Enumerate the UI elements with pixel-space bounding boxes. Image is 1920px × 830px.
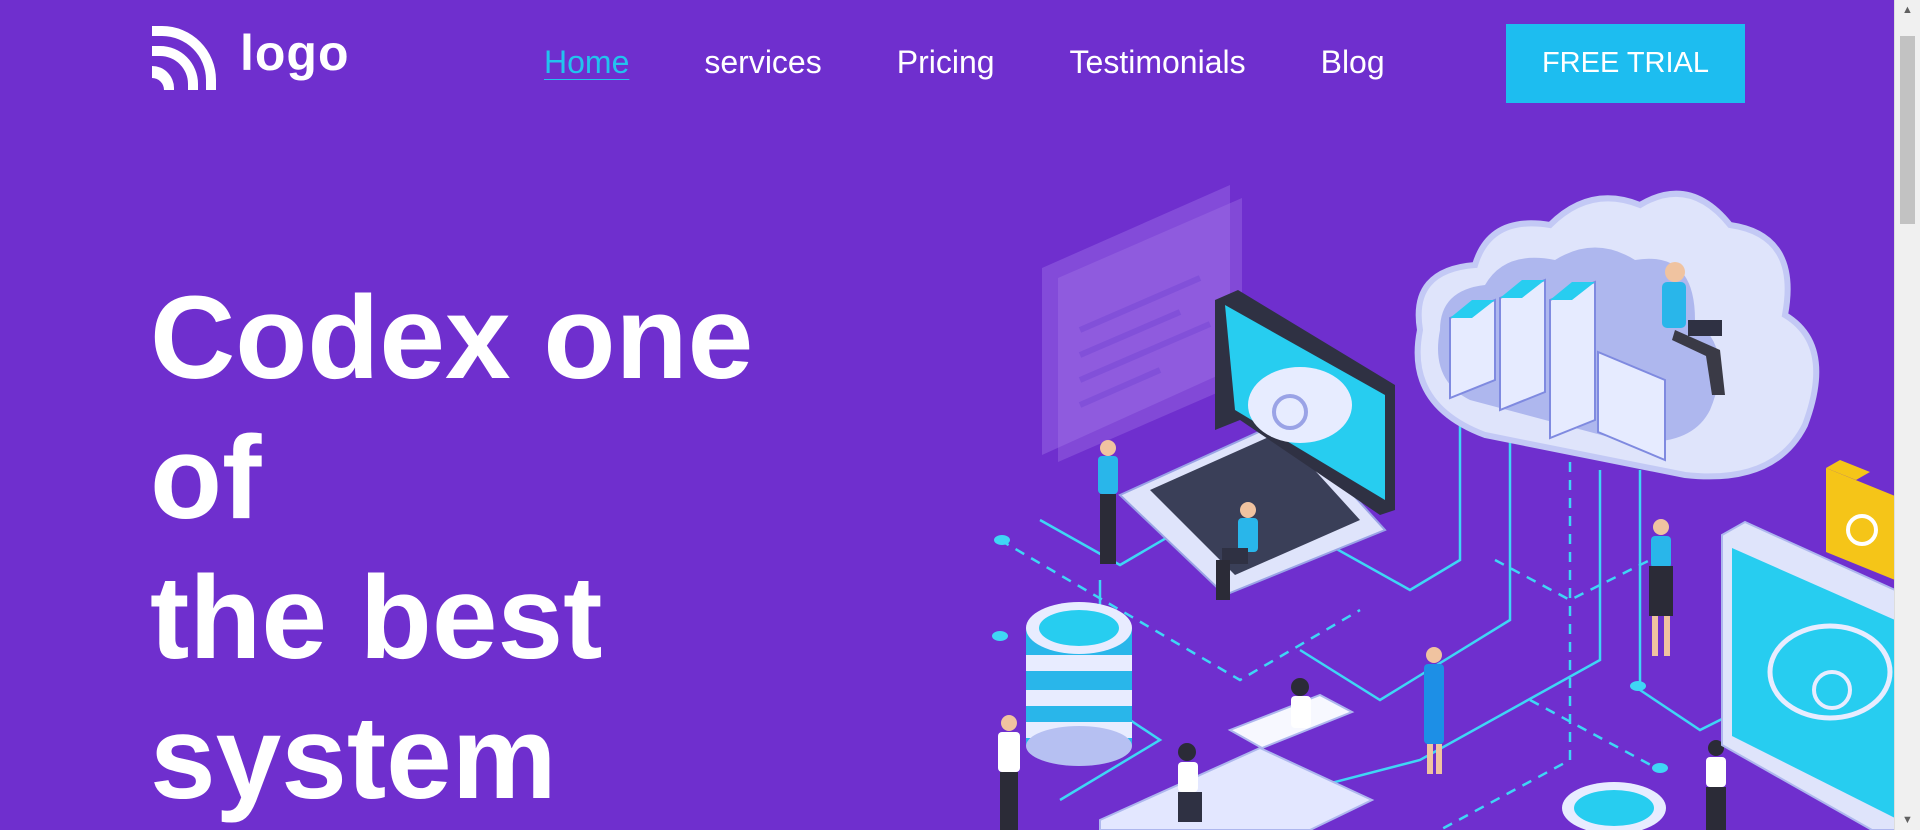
cloud-computing-illustration xyxy=(992,185,1895,830)
logo-icon xyxy=(152,26,216,90)
hero-title-line: Codex one xyxy=(150,272,754,404)
logo[interactable]: logo xyxy=(148,22,350,92)
main-nav: Home services Pricing Testimonials Blog xyxy=(544,44,1460,81)
person-icon xyxy=(1424,647,1444,774)
hero-title-line: system xyxy=(150,692,557,824)
hero-title-line: the best xyxy=(150,552,603,684)
nav-link-home[interactable]: Home xyxy=(544,44,629,81)
nav-link-blog[interactable]: Blog xyxy=(1321,44,1385,81)
person-icon xyxy=(1649,519,1673,656)
nav-link-pricing[interactable]: Pricing xyxy=(897,44,995,81)
code-panel-icon xyxy=(1042,185,1242,462)
person-icon xyxy=(1706,740,1726,830)
person-icon xyxy=(998,715,1020,830)
nav-link-services[interactable]: services xyxy=(704,44,821,81)
hero-title-line: of xyxy=(150,412,262,544)
database-icon xyxy=(1026,602,1132,766)
logo-text: logo xyxy=(240,25,350,81)
scroll-up-icon[interactable]: ▲ xyxy=(1895,0,1920,20)
scroll-down-icon[interactable]: ▼ xyxy=(1895,810,1920,830)
database-icon xyxy=(1562,782,1666,830)
vertical-scrollbar[interactable]: ▲ ▼ xyxy=(1894,0,1920,830)
desk-workers-icon xyxy=(1099,678,1375,830)
folder-icon xyxy=(1826,460,1895,580)
hero-title: Codex one of the best system xyxy=(150,268,753,828)
free-trial-button[interactable]: FREE TRIAL xyxy=(1506,24,1745,103)
landing-page: logo Home services Pricing Testimonials … xyxy=(0,0,1895,830)
nav-link-testimonials[interactable]: Testimonials xyxy=(1070,44,1246,81)
scrollbar-thumb[interactable] xyxy=(1900,36,1915,224)
person-icon xyxy=(1098,440,1118,564)
cloud-server-icon xyxy=(1414,190,1820,480)
